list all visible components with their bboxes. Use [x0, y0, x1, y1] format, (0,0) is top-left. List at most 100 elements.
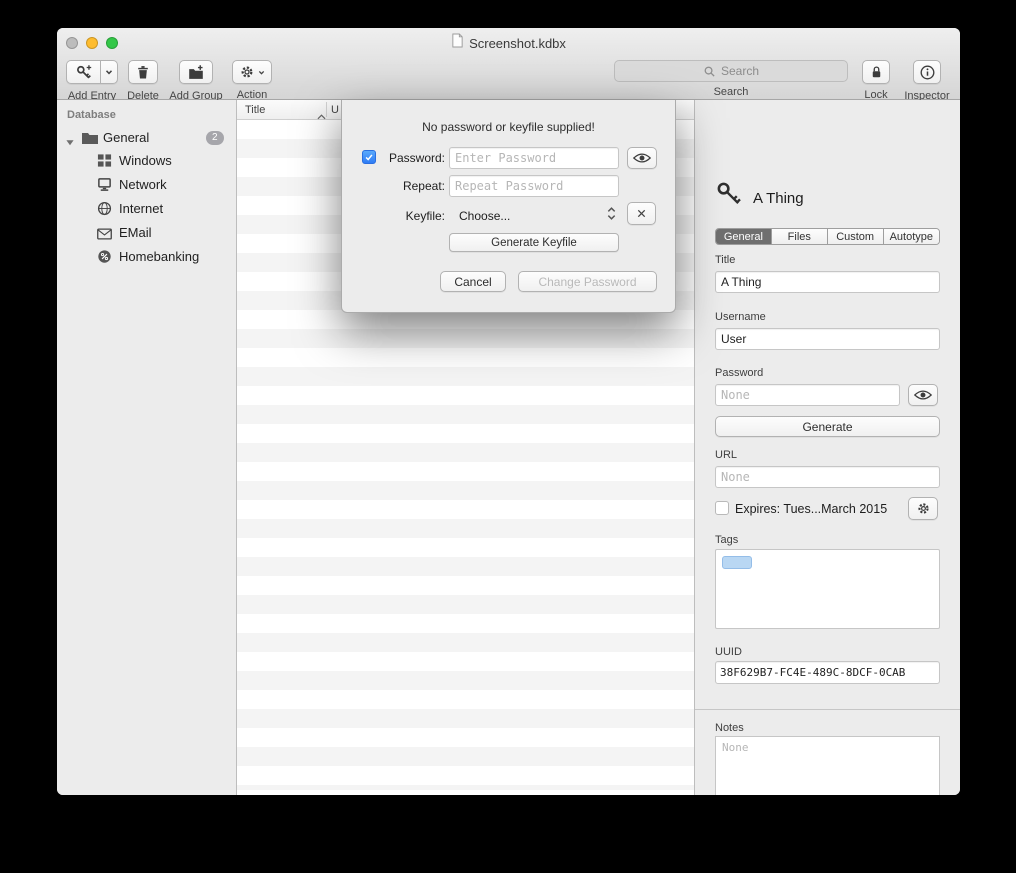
key-icon: [715, 180, 743, 213]
expires-settings-button[interactable]: [908, 497, 938, 520]
close-icon: [636, 208, 647, 219]
search-input[interactable]: Search: [614, 60, 848, 82]
cancel-button[interactable]: Cancel: [440, 271, 506, 292]
zoom-button[interactable]: [106, 37, 118, 49]
cancel-button-label: Cancel: [454, 275, 491, 289]
sheet-password-input[interactable]: [449, 147, 619, 169]
tags-label: Tags: [715, 534, 738, 546]
clear-keyfile-button[interactable]: [627, 202, 656, 225]
change-password-sheet: No password or keyfile supplied! Passwor…: [341, 100, 676, 313]
chevron-down-icon: [105, 68, 113, 76]
sheet-repeat-input[interactable]: [449, 175, 619, 197]
uuid-field[interactable]: [715, 661, 940, 684]
group-label: General: [103, 130, 149, 145]
add-entry-dropdown-button[interactable]: [100, 60, 118, 84]
sidebar-item-windows[interactable]: Windows: [57, 150, 236, 172]
tags-field[interactable]: [715, 549, 940, 629]
username-field-label: Username: [715, 311, 766, 323]
group-sidebar: Database General 2 Windows Network: [57, 100, 237, 795]
envelope-icon: [97, 227, 112, 245]
username-field[interactable]: [715, 328, 940, 350]
entry-title: A Thing: [753, 190, 804, 207]
search-icon: [703, 65, 716, 78]
password-field-label: Password: [715, 367, 763, 379]
sheet-repeat-label: Repeat:: [342, 179, 445, 193]
minimize-button[interactable]: [86, 37, 98, 49]
inspector-tabs: General Files Custom Autotype: [715, 228, 940, 245]
generate-keyfile-button[interactable]: Generate Keyfile: [449, 233, 619, 252]
key-plus-icon: [75, 63, 93, 81]
sidebar-item-label: EMail: [119, 225, 152, 240]
password-field[interactable]: [715, 384, 900, 406]
inspector-divider: [695, 709, 960, 710]
toolbar-lock: Lock: [858, 60, 894, 101]
generate-button-label: Generate: [802, 420, 852, 434]
inspector-button[interactable]: [913, 60, 941, 84]
network-icon: [97, 177, 112, 197]
lock-button[interactable]: [862, 60, 890, 84]
trash-icon: [135, 64, 151, 81]
column-header-username[interactable]: U: [331, 104, 339, 116]
gear-icon: [239, 64, 255, 80]
keyfile-popup-button[interactable]: Choose...: [459, 209, 510, 223]
column-divider[interactable]: [326, 102, 327, 117]
generate-password-button[interactable]: Generate: [715, 416, 940, 437]
title-field-label: Title: [715, 254, 735, 266]
add-entry-button[interactable]: [66, 60, 100, 84]
coin-percent-icon: [97, 249, 112, 269]
notes-field[interactable]: [715, 736, 940, 795]
tag-token[interactable]: [722, 556, 752, 569]
folder-icon: [81, 131, 99, 150]
tab-custom[interactable]: Custom: [827, 229, 883, 244]
folder-plus-icon: [187, 64, 205, 81]
group-count-badge: 2: [206, 131, 224, 145]
notes-label: Notes: [715, 722, 744, 734]
toolbar-inspector: Inspector: [900, 60, 954, 102]
sidebar-item-label: Windows: [119, 153, 172, 168]
action-button[interactable]: [232, 60, 272, 84]
expires-label: Expires: Tues...March 2015: [735, 502, 887, 516]
expires-checkbox[interactable]: [715, 501, 729, 515]
change-password-button[interactable]: Change Password: [518, 271, 657, 292]
toolbar-add-entry: Add Entry: [63, 60, 121, 102]
sidebar-group-general[interactable]: General 2: [57, 127, 236, 149]
sidebar-item-homebanking[interactable]: Homebanking: [57, 246, 236, 268]
search-label: Search: [614, 86, 848, 98]
toolbar-add-group: Add Group: [165, 60, 227, 102]
eye-icon: [633, 152, 651, 164]
sidebar-item-email[interactable]: EMail: [57, 222, 236, 244]
toolbar-action: Action: [229, 60, 275, 101]
uuid-label: UUID: [715, 646, 742, 658]
globe-icon: [97, 201, 112, 221]
eye-icon: [914, 389, 932, 401]
search-placeholder: Search: [721, 64, 759, 78]
traffic-lights: [66, 37, 118, 49]
sheet-keyfile-label: Keyfile:: [342, 209, 445, 223]
close-button[interactable]: [66, 37, 78, 49]
sidebar-item-internet[interactable]: Internet: [57, 198, 236, 220]
sheet-reveal-password-button[interactable]: [627, 147, 657, 169]
title-field[interactable]: [715, 271, 940, 293]
generate-keyfile-label: Generate Keyfile: [491, 237, 577, 249]
reveal-password-button[interactable]: [908, 384, 938, 406]
stepper-icon[interactable]: [606, 205, 617, 227]
add-group-button[interactable]: [179, 60, 213, 84]
tab-general[interactable]: General: [716, 229, 771, 244]
tab-autotype[interactable]: Autotype: [883, 229, 939, 244]
toolbar-delete: Delete: [123, 60, 163, 102]
sheet-password-label: Password:: [342, 151, 445, 165]
sidebar-item-label: Homebanking: [119, 249, 199, 264]
chevron-down-icon: [258, 69, 265, 76]
document-proxy-icon: [451, 33, 464, 53]
column-header-title[interactable]: Title: [245, 104, 265, 116]
tab-files[interactable]: Files: [771, 229, 827, 244]
delete-button[interactable]: [128, 60, 158, 84]
sidebar-item-label: Network: [119, 177, 167, 192]
url-field-label: URL: [715, 449, 737, 461]
toolbar-search: Search Search: [614, 60, 848, 98]
window-title: Screenshot.kdbx: [469, 36, 566, 51]
windows-icon: [97, 153, 112, 173]
sidebar-item-network[interactable]: Network: [57, 174, 236, 196]
window-chrome: Screenshot.kdbx Add Entry: [57, 28, 960, 100]
url-field[interactable]: [715, 466, 940, 488]
